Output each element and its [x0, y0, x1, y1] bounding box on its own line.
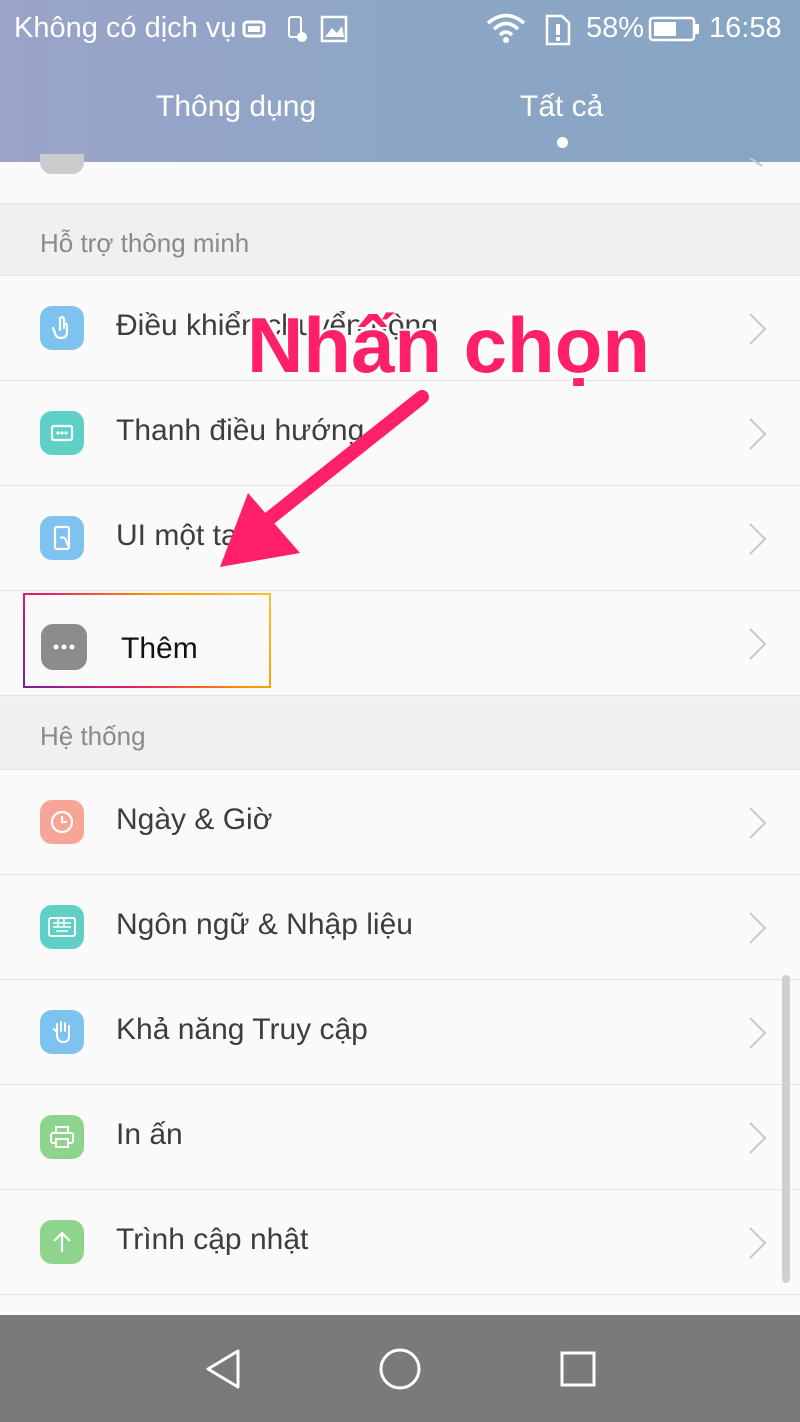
recents-icon[interactable]: [554, 1345, 602, 1393]
chevron-right-icon: [748, 157, 768, 177]
printer-icon: [40, 1115, 84, 1159]
active-tab-indicator: [557, 137, 568, 148]
item-label: Khả năng Truy cập: [116, 1013, 368, 1046]
chevron-right-icon: [748, 1226, 768, 1265]
section-title: Hệ thống: [40, 721, 146, 751]
section-header-smart-assist: Hỗ trợ thông minh: [0, 204, 800, 276]
item-label: Trình cập nhật: [116, 1223, 309, 1256]
clock-icon: [40, 800, 84, 844]
header: Không có dịch vụ 58% 16:58 Thông dụng Tấ…: [0, 0, 800, 162]
list-item-date-time[interactable]: Ngày & Giờ: [0, 770, 800, 875]
back-icon[interactable]: [198, 1345, 246, 1393]
chevron-right-icon: [748, 806, 768, 845]
chevron-right-icon: [748, 911, 768, 950]
partial-item-icon: [40, 154, 84, 174]
tab-bar: Thông dụng Tất cả: [0, 86, 800, 162]
annotation-arrow-icon: [220, 390, 429, 567]
list-item-partial-bottom: [0, 1295, 800, 1315]
gesture-icon: [40, 306, 84, 350]
section-header-system: Hệ thống: [0, 697, 800, 770]
chevron-right-icon: [748, 417, 768, 456]
hand-icon: [40, 1010, 84, 1054]
carrier-label: Không có dịch vụ: [14, 12, 237, 44]
wifi-icon: [486, 12, 526, 49]
battery-percent: 58%: [586, 12, 645, 44]
list-item-partial[interactable]: [0, 154, 800, 204]
sim-icon: [242, 14, 266, 49]
section-title: Hỗ trợ thông minh: [40, 228, 250, 258]
chevron-right-icon: [748, 1121, 768, 1160]
chevron-right-icon: [748, 312, 768, 351]
navigation-bar-icon: [40, 411, 84, 455]
list-item-printing[interactable]: In ấn: [0, 1085, 800, 1190]
tab-common[interactable]: Thông dụng: [156, 90, 316, 124]
list-item-updater[interactable]: Trình cập nhật: [0, 1190, 800, 1295]
list-item-language-input[interactable]: Ngôn ngữ & Nhập liệu: [0, 875, 800, 980]
navigation-bar: [0, 1315, 800, 1422]
status-bar: Không có dịch vụ 58% 16:58: [0, 0, 800, 58]
chevron-right-icon: [748, 1016, 768, 1055]
update-icon: [40, 1220, 84, 1264]
item-label: Ngôn ngữ & Nhập liệu: [116, 908, 413, 941]
keyboard-icon: [40, 905, 84, 949]
annotation-label: Nhấn chọn: [247, 301, 650, 389]
list-item-accessibility[interactable]: Khả năng Truy cập: [0, 980, 800, 1085]
chevron-right-icon: [748, 627, 768, 666]
battery-icon: [648, 16, 700, 47]
image-icon: [320, 14, 348, 49]
scrollbar[interactable]: [782, 975, 790, 1283]
tab-all[interactable]: Tất cả: [520, 90, 603, 124]
one-hand-icon: [40, 516, 84, 560]
clock: 16:58: [709, 12, 782, 44]
sim-alert-icon: [544, 14, 572, 51]
item-label: Ngày & Giờ: [116, 803, 273, 836]
item-label: In ấn: [116, 1118, 183, 1151]
highlight-frame: [23, 593, 271, 688]
chevron-right-icon: [748, 522, 768, 561]
notification-icon: [285, 14, 309, 49]
home-icon[interactable]: [376, 1345, 424, 1393]
